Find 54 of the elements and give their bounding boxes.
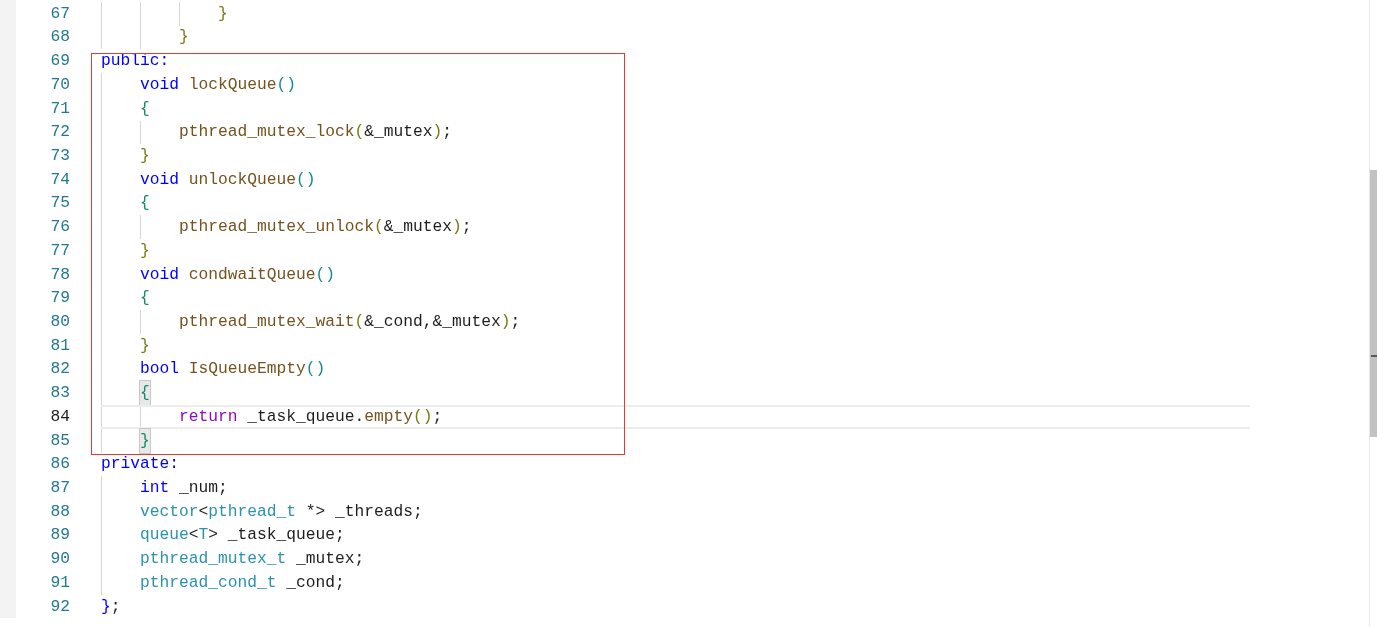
line-number: 72 xyxy=(49,121,70,144)
line-number: 88 xyxy=(49,500,70,523)
code-line: { xyxy=(101,96,150,121)
line-number: 86 xyxy=(49,453,70,476)
code-line: return _task_queue.empty(); xyxy=(101,405,1250,429)
code-line: { xyxy=(101,381,150,406)
code-line: pthread_cond_t _cond; xyxy=(101,571,345,595)
code-line: } xyxy=(101,239,150,263)
line-number: 90 xyxy=(49,548,70,571)
line-number: 76 xyxy=(49,216,70,239)
line-number: 68 xyxy=(49,26,70,49)
line-number: 82 xyxy=(49,358,70,381)
code-line: private: xyxy=(101,453,179,476)
code-line: void lockQueue() xyxy=(101,73,297,97)
line-number: 77 xyxy=(49,239,70,262)
code-line: void condwaitQueue() xyxy=(101,262,336,287)
code-line: int _num; xyxy=(101,476,228,501)
code-line: pthread_mutex_wait(&_cond,&_mutex); xyxy=(101,310,521,335)
line-number: 67 xyxy=(49,2,70,25)
line-number: 79 xyxy=(49,287,70,310)
code-line: pthread_mutex_lock(&_mutex); xyxy=(101,120,453,145)
line-number: 71 xyxy=(49,97,70,120)
line-number: 78 xyxy=(49,263,70,286)
line-number: 92 xyxy=(49,595,70,618)
line-number: 70 xyxy=(49,73,70,96)
code-line: void unlockQueue() xyxy=(101,168,316,192)
line-number: 85 xyxy=(49,429,70,452)
code-line: queue<T> _task_queue; xyxy=(101,523,345,548)
line-number: 87 xyxy=(49,477,70,500)
scrollbar-thumb[interactable] xyxy=(1370,170,1377,437)
line-number: 83 xyxy=(49,382,70,405)
code-line: public: xyxy=(101,50,170,73)
caret-position-marker xyxy=(1371,355,1377,357)
line-number: 81 xyxy=(49,334,70,357)
code-line: pthread_mutex_unlock(&_mutex); xyxy=(101,215,472,240)
code-line: } xyxy=(101,144,150,169)
line-number: 69 xyxy=(49,50,70,73)
code-line: } xyxy=(101,428,150,453)
code-line: } xyxy=(101,25,189,50)
line-number: 89 xyxy=(49,524,70,547)
code-line: bool IsQueueEmpty() xyxy=(101,357,326,382)
code-line: } xyxy=(101,2,228,26)
line-number: 84 xyxy=(49,405,70,428)
code-line: }; xyxy=(101,595,121,618)
line-number: 75 xyxy=(49,192,70,215)
line-number: 91 xyxy=(49,571,70,594)
line-number: 74 xyxy=(49,168,70,191)
code-line: { xyxy=(101,286,150,311)
code-line: vector<pthread_t *> _threads; xyxy=(101,500,423,524)
line-number: 80 xyxy=(49,311,70,333)
code-line: { xyxy=(101,191,150,216)
line-number: 73 xyxy=(49,145,70,167)
code-line: } xyxy=(101,334,150,358)
code-line: pthread_mutex_t _mutex; xyxy=(101,547,365,572)
